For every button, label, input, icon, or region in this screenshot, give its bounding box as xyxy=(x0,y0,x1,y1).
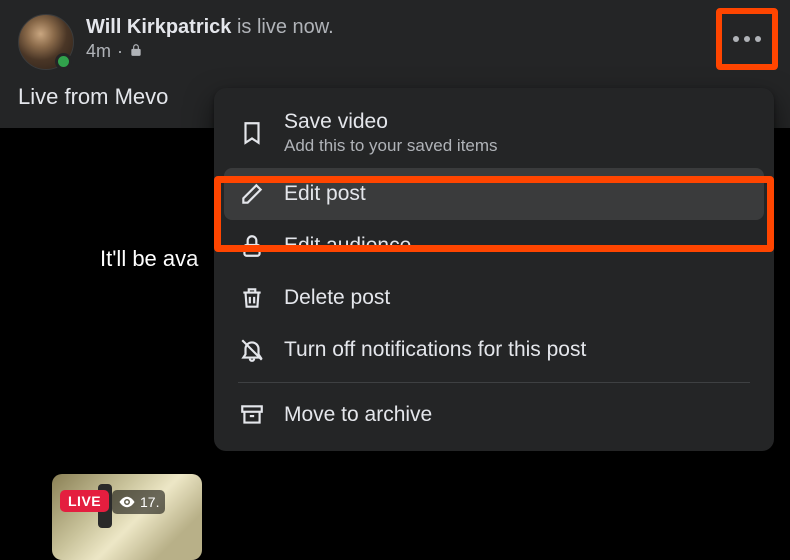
more-icon xyxy=(733,36,761,42)
bookmark-icon xyxy=(238,119,266,147)
pencil-icon xyxy=(238,180,266,208)
trash-icon xyxy=(238,284,266,312)
menu-label: Turn off notifications for this post xyxy=(284,338,586,362)
menu-label: Edit audience xyxy=(284,234,411,258)
live-badge: LIVE xyxy=(60,490,109,512)
meta-line: 4m · xyxy=(86,41,772,62)
bell-off-icon xyxy=(238,336,266,364)
timestamp[interactable]: 4m xyxy=(86,41,111,62)
archive-icon xyxy=(238,401,266,429)
viewer-number: 17. xyxy=(140,494,159,510)
online-indicator xyxy=(55,53,72,70)
lock-icon xyxy=(238,232,266,260)
avatar-wrap[interactable] xyxy=(18,14,74,70)
header-text: Will Kirkpatrick is live now. 4m · xyxy=(86,14,772,62)
menu-label: Delete post xyxy=(284,286,390,310)
user-name[interactable]: Will Kirkpatrick xyxy=(86,16,231,38)
meta-separator: · xyxy=(117,41,123,62)
menu-edit-post[interactable]: Edit post xyxy=(224,168,764,220)
more-options-button[interactable] xyxy=(728,20,766,58)
menu-save-video[interactable]: Save video Add this to your saved items xyxy=(224,98,764,168)
menu-label: Move to archive xyxy=(284,403,432,427)
menu-sublabel: Add this to your saved items xyxy=(284,136,498,156)
menu-label: Edit post xyxy=(284,182,366,206)
menu-delete-post[interactable]: Delete post xyxy=(224,272,764,324)
name-line: Will Kirkpatrick is live now. xyxy=(86,16,772,39)
post-header: Will Kirkpatrick is live now. 4m · xyxy=(18,14,772,70)
more-button-highlight xyxy=(716,8,778,70)
video-thumbnail[interactable]: LIVE 17. xyxy=(52,474,202,560)
viewer-count: 17. xyxy=(112,490,165,514)
menu-move-to-archive[interactable]: Move to archive xyxy=(224,389,764,441)
menu-edit-audience[interactable]: Edit audience xyxy=(224,220,764,272)
menu-turn-off-notifications[interactable]: Turn off notifications for this post xyxy=(224,324,764,376)
privacy-icon[interactable] xyxy=(129,41,143,62)
options-dropdown: Save video Add this to your saved items … xyxy=(214,88,774,451)
eye-icon xyxy=(118,493,136,511)
menu-divider xyxy=(238,382,750,383)
menu-label: Save video xyxy=(284,110,498,134)
live-status-text: is live now. xyxy=(231,16,333,38)
